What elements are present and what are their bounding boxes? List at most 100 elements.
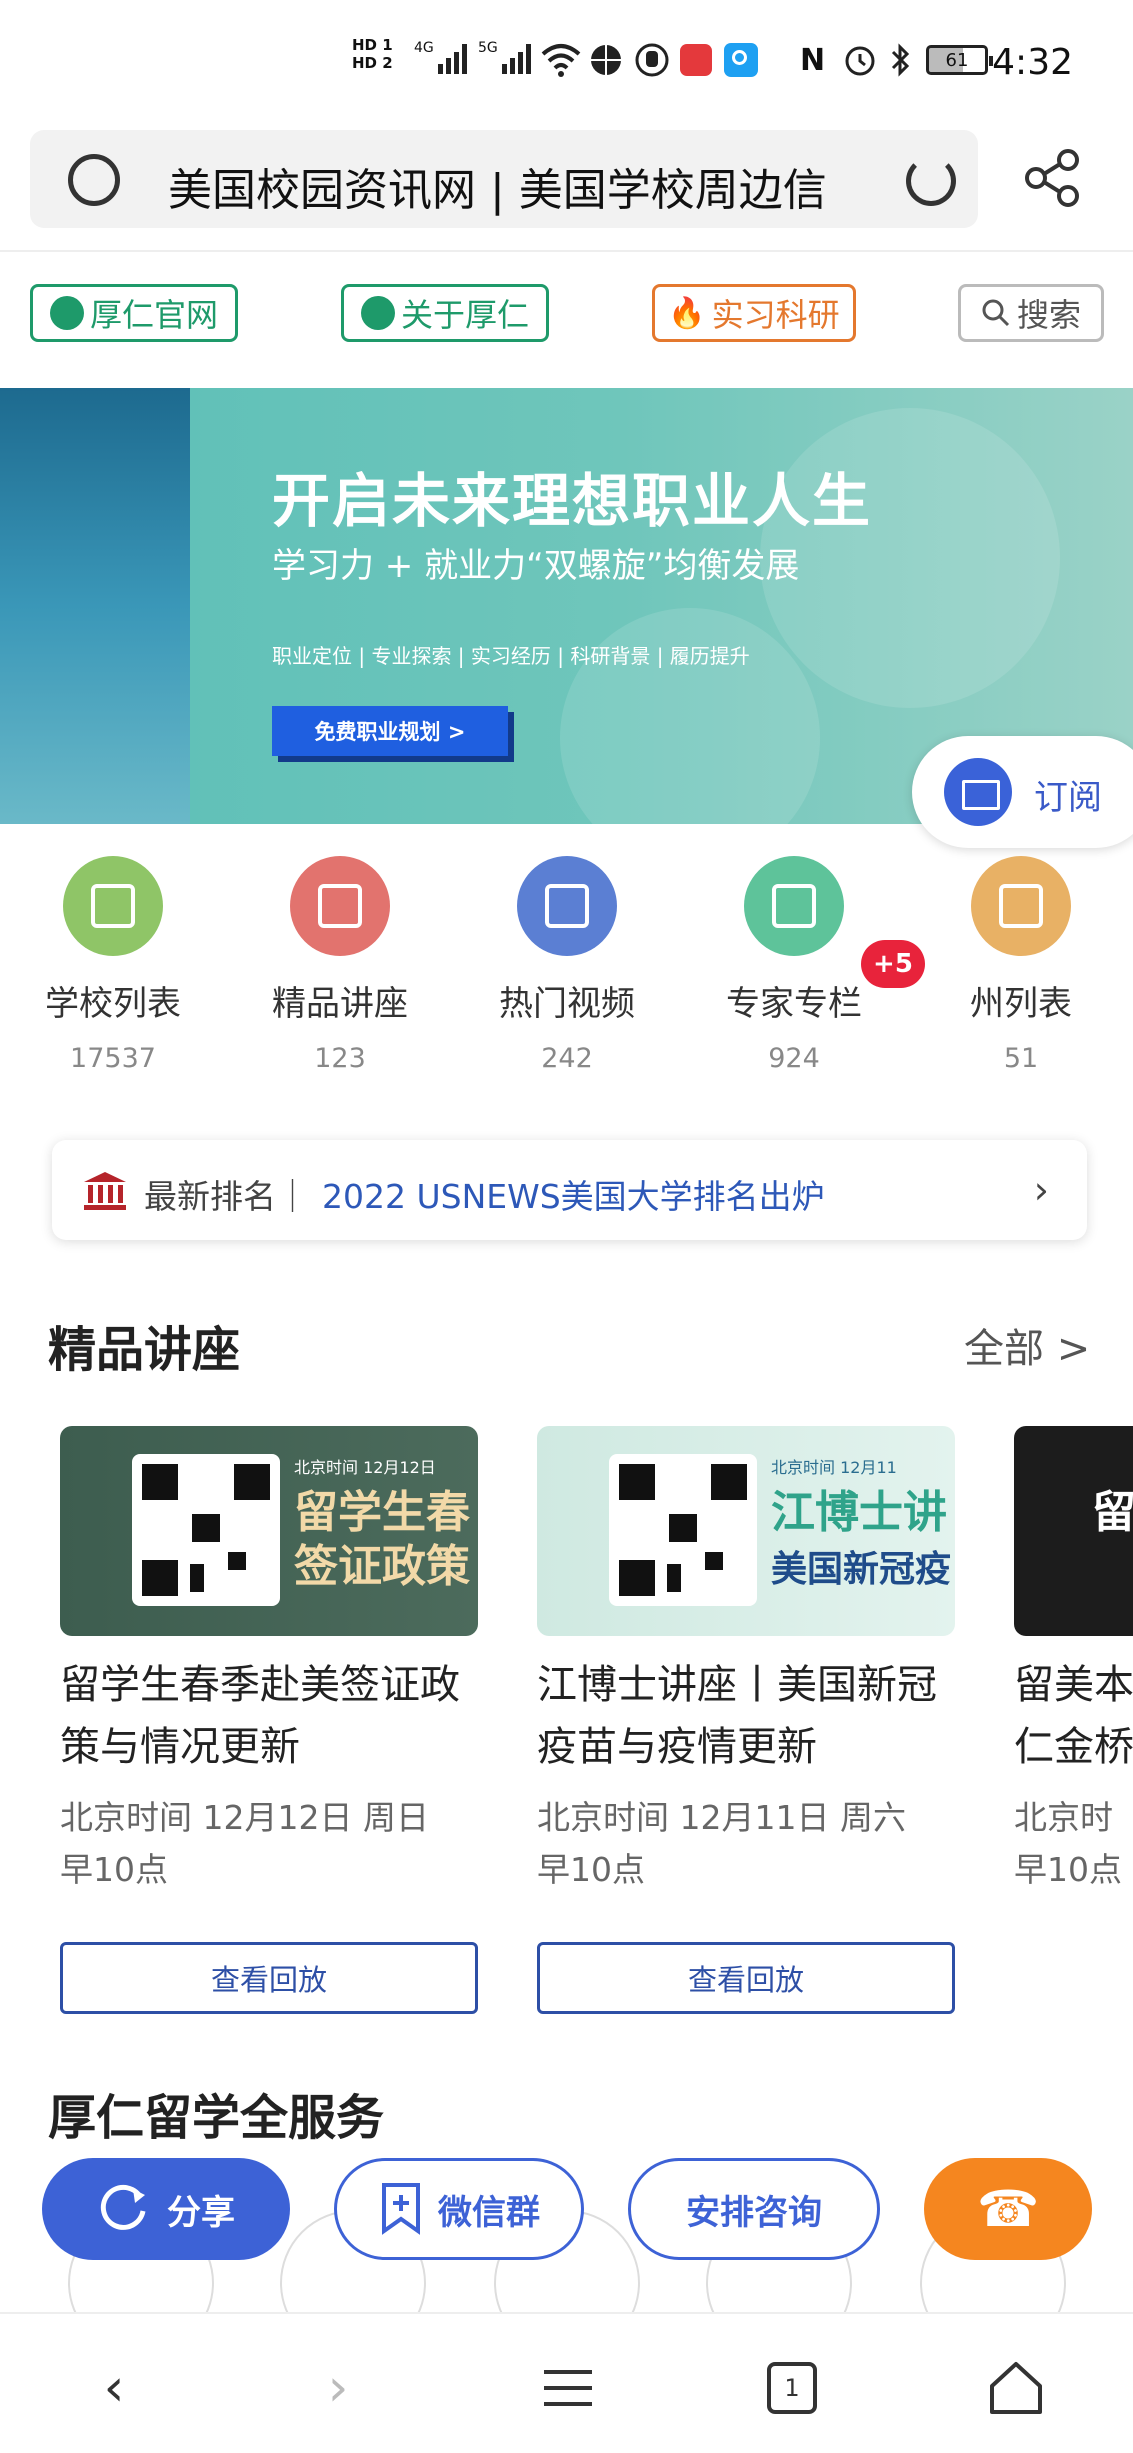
category-name: 热门视频 xyxy=(499,984,635,1024)
subscribe-button[interactable]: 订阅 xyxy=(912,736,1133,848)
hd1-text: HD 1 xyxy=(352,36,393,54)
fire-icon: 🔥 xyxy=(668,295,706,331)
nav-about[interactable]: 关于厚仁 xyxy=(341,284,549,342)
share-button-label: 分享 xyxy=(167,2192,235,2233)
nav-about-label: 关于厚仁 xyxy=(400,296,529,334)
wifi-icon xyxy=(540,40,582,80)
thumbnail-date: 北京时间 12月12日 xyxy=(294,1458,436,1477)
lecture-thumbnail: 留 xyxy=(1014,1426,1133,1636)
category-count: 123 xyxy=(314,1043,366,1074)
nav-internship[interactable]: 🔥 实习科研 xyxy=(652,284,856,342)
lecture-time-l2: 早10点 xyxy=(60,1850,168,1889)
share-refresh-icon xyxy=(100,2184,146,2230)
app-icon-hand xyxy=(634,40,670,80)
lectures-all-link[interactable]: 全部 > xyxy=(964,1316,1090,1374)
app-icon-red xyxy=(680,40,712,80)
leaf-icon xyxy=(49,296,84,330)
banner-decoration xyxy=(760,408,1060,708)
thumbnail-headline-2: 签证政策 xyxy=(294,1541,470,1592)
lecture-card[interactable]: 北京时间 12月12日 留学生春 签证政策 留学生春季赴美签证政 策与情况更新 北京… xyxy=(60,1426,478,2014)
thumbnail-headline: 留学生春 签证政策 xyxy=(294,1486,470,1594)
lecture-title-l2: 仁金桥 xyxy=(1014,1724,1133,1770)
category-experts[interactable]: 专家专栏 924 xyxy=(714,856,874,1074)
share-icon[interactable] xyxy=(1022,146,1086,210)
hd2-text: HD 2 xyxy=(352,54,393,72)
search-icon xyxy=(982,299,1010,327)
tabs-icon[interactable]: 1 xyxy=(764,2358,820,2418)
home-icon[interactable] xyxy=(984,2358,1048,2418)
banner-headline: 开启未来理想职业人生 xyxy=(272,467,873,535)
menu-icon[interactable] xyxy=(538,2358,598,2418)
nav-official-site[interactable]: 厚仁官网 xyxy=(30,284,238,342)
category-count: 924 xyxy=(768,1043,820,1074)
thumbnail-headline: 江博士讲 美国新冠疫 xyxy=(771,1486,951,1597)
category-name: 学校列表 xyxy=(45,984,181,1024)
category-count: 242 xyxy=(541,1043,593,1074)
lecture-title-l1: 留学生春季赴美签证政 xyxy=(60,1662,460,1708)
video-play-icon xyxy=(517,856,617,956)
banner-tags: 职业定位 | 专业探索 | 实习经历 | 科研背景 | 履历提升 xyxy=(272,644,750,668)
address-bar[interactable]: 美国校园资讯网 | 美国学校周边信 xyxy=(30,130,978,228)
expert-new-badge: +5 xyxy=(861,940,925,988)
mail-icon xyxy=(944,758,1012,826)
category-name: 精品讲座 xyxy=(272,984,408,1024)
lecture-title[interactable]: 江博士讲座丨美国新冠 疫苗与疫情更新 xyxy=(537,1654,955,1778)
wechat-group-label: 微信群 xyxy=(438,2192,540,2233)
tab-count: 1 xyxy=(767,2362,817,2414)
reload-icon[interactable] xyxy=(906,156,956,206)
clock: 4:32 xyxy=(992,42,1073,83)
lecture-card[interactable]: 留 留美本仁金桥 北京时早10点 xyxy=(1014,1426,1133,1896)
lecture-time-l1: 北京时 xyxy=(1014,1798,1113,1837)
category-name: 州列表 xyxy=(970,984,1072,1024)
lecture-time-l1: 北京时间 12月11日 周六 xyxy=(537,1798,906,1837)
divider xyxy=(0,250,1133,252)
leaf-icon xyxy=(360,296,395,330)
expert-profile-icon xyxy=(744,856,844,956)
thumbnail-headline-1: 江博士讲 xyxy=(771,1487,947,1538)
wechat-group-button[interactable]: 微信群 xyxy=(334,2158,584,2260)
lecture-time: 北京时早10点 xyxy=(1014,1792,1133,1896)
hd-indicator: HD 1 HD 2 xyxy=(352,34,393,74)
page-title-url[interactable]: 美国校园资讯网 | 美国学校周边信 xyxy=(168,154,908,218)
arrange-consult-button[interactable]: 安排咨询 xyxy=(628,2158,880,2260)
lecture-title-l1: 留美本 xyxy=(1014,1662,1133,1708)
bookmark-plus-icon xyxy=(382,2183,420,2235)
phone-button[interactable]: ☎ xyxy=(924,2158,1092,2260)
category-school-list[interactable]: 学校列表 17537 xyxy=(33,856,193,1074)
lecture-title[interactable]: 留学生春季赴美签证政 策与情况更新 xyxy=(60,1654,478,1778)
ranking-link[interactable]: 2022 USNEWS美国大学排名出炉 xyxy=(322,1170,825,1218)
qr-code-icon xyxy=(132,1454,280,1606)
watch-replay-button[interactable]: 查看回放 xyxy=(537,1942,955,2014)
arrange-consult-label: 安排咨询 xyxy=(686,2192,822,2233)
nav-search[interactable]: 搜索 xyxy=(958,284,1104,342)
signal-icon-1: 4G xyxy=(414,40,470,80)
lecture-title[interactable]: 留美本 仁金桥 xyxy=(1014,1654,1133,1778)
globe-icon xyxy=(68,154,120,206)
watch-replay-button[interactable]: 查看回放 xyxy=(60,1942,478,2014)
category-lectures[interactable]: 精品讲座 123 xyxy=(260,856,420,1074)
lecture-time: 北京时间 12月11日 周六 早10点 xyxy=(537,1792,955,1896)
nfc-icon: N xyxy=(800,42,826,78)
category-states[interactable]: 州列表 51 xyxy=(941,856,1101,1074)
lectures-section-title: 精品讲座 xyxy=(48,1322,241,1378)
lecture-thumbnail: 北京时间 12月11 江博士讲美国新冠疫 xyxy=(537,1426,955,1636)
subscribe-label: 订阅 xyxy=(1034,778,1102,818)
building-icon xyxy=(63,856,163,956)
bank-icon xyxy=(84,1172,126,1210)
thumbnail-headline-2: 美国新冠疫 xyxy=(771,1549,952,1590)
alarm-icon xyxy=(842,40,878,80)
forward-icon[interactable]: › xyxy=(318,2358,358,2418)
lecture-time-l2: 早10点 xyxy=(1014,1850,1122,1889)
back-icon[interactable]: ‹ xyxy=(94,2358,134,2418)
category-videos[interactable]: 热门视频 242 xyxy=(487,856,647,1074)
lecture-card[interactable]: 北京时间 12月11 江博士讲美国新冠疫 江博士讲座丨美国新冠 疫苗与疫情更新 北… xyxy=(537,1426,955,2014)
signal-icon-2: 5G xyxy=(478,40,534,80)
lecture-time-l1: 北京时间 12月12日 周日 xyxy=(60,1798,429,1837)
share-button[interactable]: 分享 xyxy=(42,2158,290,2260)
document-icon xyxy=(290,856,390,956)
browser-bottom-nav: ‹ › 1 xyxy=(0,2312,1133,2453)
lecture-time: 北京时间 12月12日 周日 早10点 xyxy=(60,1792,478,1896)
ranking-card[interactable]: 最新排名｜ 2022 USNEWS美国大学排名出炉 › xyxy=(52,1140,1087,1240)
banner-cta-button[interactable]: 免费职业规划 > xyxy=(272,706,508,756)
thumbnail-date: 北京时间 12月11 xyxy=(771,1458,897,1477)
